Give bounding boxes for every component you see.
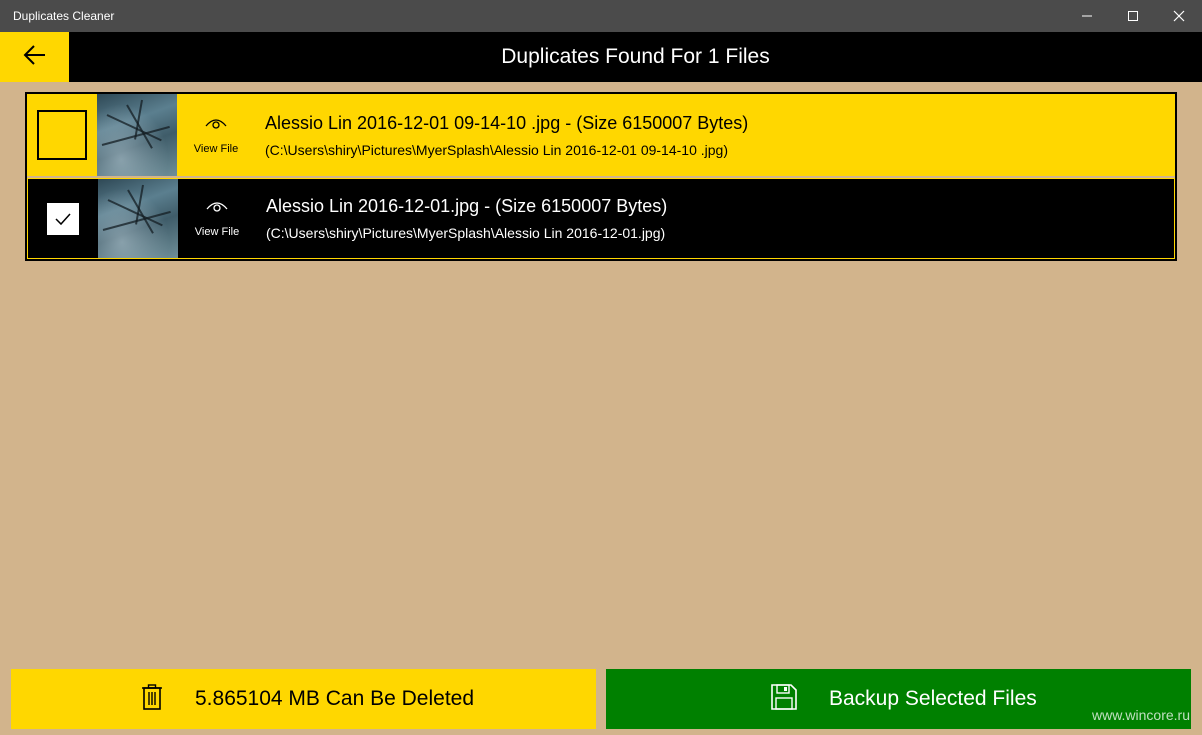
page-title: Duplicates Found For 1 Files [501, 45, 770, 68]
back-button[interactable] [0, 32, 69, 82]
file-path: (C:\Users\shiry\Pictures\MyerSplash\Ales… [265, 141, 728, 158]
file-checkbox[interactable] [28, 179, 98, 258]
delete-button[interactable]: 5.865104 MB Can Be Deleted [11, 669, 596, 729]
file-row[interactable]: View File Alessio Lin 2016-12-01 09-14-1… [27, 94, 1175, 176]
duplicate-file-list: View File Alessio Lin 2016-12-01 09-14-1… [25, 92, 1177, 261]
minimize-icon[interactable] [1064, 0, 1110, 32]
file-thumbnail [97, 94, 177, 176]
window-title: Duplicates Cleaner [13, 9, 115, 23]
eye-icon [206, 199, 228, 216]
watermark: www.wincore.ru [1091, 707, 1190, 723]
file-info: Alessio Lin 2016-12-01.jpg - (Size 61500… [256, 196, 667, 241]
maximize-icon[interactable] [1110, 0, 1156, 32]
arrow-left-icon [23, 44, 47, 70]
file-checkbox[interactable] [27, 94, 97, 176]
file-info: Alessio Lin 2016-12-01 09-14-10 .jpg - (… [255, 113, 748, 158]
eye-icon [205, 116, 227, 133]
file-thumbnail [98, 179, 178, 258]
view-file-button[interactable]: View File [177, 94, 255, 176]
checkbox-checked[interactable] [47, 202, 79, 235]
view-file-label: View File [194, 226, 240, 238]
delete-label: 5.865104 MB Can Be Deleted [195, 687, 475, 710]
checkbox-unchecked[interactable] [37, 110, 87, 160]
trash-icon [141, 683, 163, 715]
view-file-button[interactable]: View File [178, 179, 256, 258]
file-name: Alessio Lin 2016-12-01.jpg - (Size 61500… [266, 196, 668, 216]
file-name: Alessio Lin 2016-12-01 09-14-10 .jpg - (… [265, 112, 749, 133]
view-file-label: View File [193, 142, 239, 155]
close-icon[interactable] [1156, 0, 1202, 32]
save-icon [771, 683, 797, 715]
backup-label: Backup Selected Files [829, 687, 1037, 710]
window-titlebar: Duplicates Cleaner [0, 0, 1202, 32]
file-path: (C:\Users\shiry\Pictures\MyerSplash\Ales… [266, 225, 666, 241]
app-header: Duplicates Found For 1 Files [0, 32, 1202, 82]
file-row[interactable]: View File Alessio Lin 2016-12-01.jpg - (… [27, 178, 1175, 259]
